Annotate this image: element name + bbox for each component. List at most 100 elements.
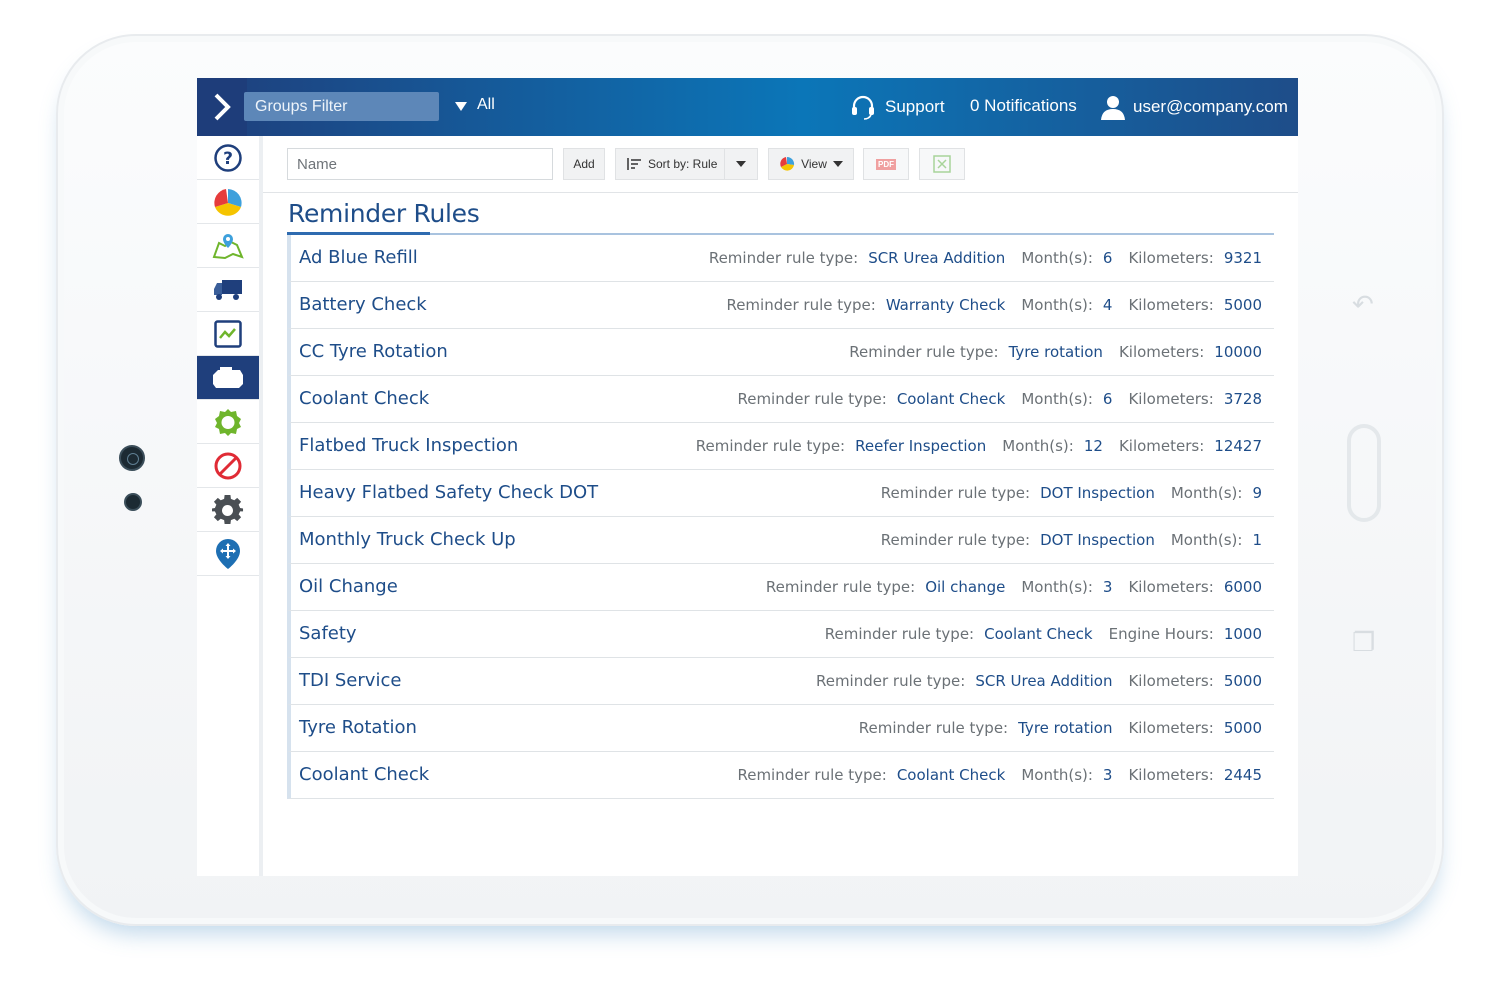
sidebar-item-navigation[interactable] — [197, 532, 259, 576]
pie-chart-icon — [780, 156, 795, 171]
rule-type-label: Reminder rule type: — [815, 672, 966, 690]
rule-row[interactable]: Safety Reminder rule type: Coolant Check En… — [287, 611, 1274, 658]
months-value: 3 — [1102, 766, 1113, 784]
rule-name[interactable]: Ad Blue Refill — [299, 247, 418, 268]
rule-details: Reminder rule type: Coolant Check Month(s)… — [737, 390, 1262, 408]
rule-type-value: Tyre rotation — [1008, 343, 1103, 361]
kilometers-value: 5000 — [1223, 672, 1262, 690]
rule-name[interactable]: Heavy Flatbed Safety Check DOT — [299, 482, 598, 503]
sidebar-item-dashboard[interactable] — [197, 180, 259, 224]
menu-toggle-button[interactable] — [197, 78, 247, 136]
rule-name[interactable]: Coolant Check — [299, 388, 429, 409]
months-label: Month(s): — [1021, 296, 1093, 314]
months-value: 12 — [1083, 437, 1103, 455]
prohibited-icon — [214, 452, 242, 479]
group-all-dropdown[interactable]: All — [477, 96, 495, 114]
rule-details: Reminder rule type: SCR Urea Addition Kilo… — [816, 672, 1262, 690]
sidebar-item-vehicles[interactable] — [197, 268, 259, 312]
export-excel-button[interactable] — [919, 148, 965, 180]
caret-down-icon[interactable] — [455, 102, 467, 111]
rule-details: Reminder rule type: Coolant Check Month(s)… — [737, 766, 1262, 784]
rule-details: Reminder rule type: DOT Inspection Month(s… — [881, 484, 1262, 502]
rule-row[interactable]: Coolant Check Reminder rule type: Coolant … — [287, 752, 1274, 799]
back-icon: ↶ — [1352, 290, 1374, 320]
months-value: 1 — [1252, 531, 1262, 549]
rule-name[interactable]: CC Tyre Rotation — [299, 341, 448, 362]
kilometers-value: 12427 — [1214, 437, 1262, 455]
kilometers-label: Kilometers: — [1128, 296, 1214, 314]
sidebar-item-engine[interactable] — [197, 356, 259, 400]
sidebar-nav: ? — [197, 136, 263, 876]
export-pdf-button[interactable]: PDF — [863, 148, 909, 180]
groups-filter-input[interactable]: Groups Filter — [244, 92, 439, 121]
rule-name[interactable]: Tyre Rotation — [299, 717, 417, 738]
rule-type-label: Reminder rule type: — [880, 484, 1031, 502]
kilometers-label: Kilometers: — [1128, 766, 1214, 784]
caret-down-icon — [832, 161, 843, 167]
svg-text:?: ? — [223, 149, 233, 169]
rule-name[interactable]: TDI Service — [299, 670, 401, 691]
view-button[interactable]: View — [768, 148, 854, 180]
pie-chart-icon — [214, 188, 242, 216]
rule-name[interactable]: Coolant Check — [299, 764, 429, 785]
rule-row[interactable]: Oil Change Reminder rule type: Oil change M… — [287, 564, 1274, 611]
rule-name[interactable]: Battery Check — [299, 294, 427, 315]
kilometers-value: 5000 — [1223, 719, 1262, 737]
rule-row[interactable]: Tyre Rotation Reminder rule type: Tyre rot… — [287, 705, 1274, 752]
sidebar-item-exceptions[interactable] — [197, 444, 259, 488]
rule-type-label: Reminder rule type: — [858, 719, 1009, 737]
help-icon: ? — [214, 143, 242, 172]
chevron-right-icon — [214, 93, 231, 121]
top-bar: Groups Filter All Support 0 Notification… — [197, 78, 1298, 136]
rule-row[interactable]: Flatbed Truck Inspection Reminder rule ty… — [287, 423, 1274, 470]
app-screen: Groups Filter All Support 0 Notification… — [197, 78, 1298, 876]
months-value: 6 — [1102, 390, 1113, 408]
sort-dropdown-button[interactable] — [724, 148, 758, 180]
home-button[interactable] — [1347, 424, 1381, 522]
rule-type-label: Reminder rule type: — [737, 766, 887, 784]
rule-type-value: DOT Inspection — [1040, 484, 1155, 502]
sort-label: Sort by: Rule — [648, 157, 718, 171]
rule-details: Reminder rule type: Oil change Month(s): 3 K… — [766, 578, 1262, 596]
kilometers-label: Kilometers: — [1118, 343, 1205, 361]
sidebar-item-activity[interactable] — [197, 312, 259, 356]
rule-row[interactable]: Coolant Check Reminder rule type: Coolant … — [287, 376, 1274, 423]
name-search-input[interactable] — [287, 148, 553, 180]
gear-outline-icon — [215, 408, 241, 436]
rule-row[interactable]: Monthly Truck Check Up Reminder rule type… — [287, 517, 1274, 564]
sort-button[interactable]: Sort by: Rule — [615, 148, 725, 180]
sidebar-item-administration[interactable] — [197, 488, 259, 532]
rule-name[interactable]: Safety — [299, 623, 357, 644]
rule-type-value: Warranty Check — [885, 296, 1006, 314]
toolbar: Add Sort by: Rule View — [263, 136, 1298, 193]
map-icon — [212, 233, 244, 259]
rule-row[interactable]: TDI Service Reminder rule type: SCR Urea A… — [287, 658, 1274, 705]
sidebar-item-rules[interactable] — [197, 400, 259, 444]
months-label: Month(s): — [1021, 578, 1093, 596]
caret-down-icon — [736, 161, 746, 167]
notifications-link[interactable]: 0 Notifications — [970, 96, 1077, 116]
rule-row[interactable]: Heavy Flatbed Safety Check DOT Reminder r… — [287, 470, 1274, 517]
support-link[interactable]: Support — [849, 92, 945, 122]
rule-row[interactable]: Battery Check Reminder rule type: Warranty… — [287, 282, 1274, 329]
rule-row[interactable]: Ad Blue Refill Reminder rule type: SCR Ure… — [287, 235, 1274, 282]
rule-name[interactable]: Oil Change — [299, 576, 398, 597]
rule-details: Reminder rule type: Tyre rotation Kilomete… — [849, 343, 1262, 361]
rule-name[interactable]: Flatbed Truck Inspection — [299, 435, 518, 456]
sidebar-item-help[interactable]: ? — [197, 136, 259, 180]
add-button[interactable]: Add — [563, 148, 605, 180]
headset-icon — [852, 95, 874, 120]
sidebar-item-map[interactable] — [197, 224, 259, 268]
user-menu[interactable]: user@company.com — [1099, 92, 1288, 122]
sort-icon — [627, 158, 641, 170]
rule-type-value: Coolant Check — [896, 390, 1006, 408]
rule-details: Reminder rule type: Warranty Check Month(s… — [726, 296, 1262, 314]
truck-icon — [214, 279, 242, 300]
rule-row[interactable]: CC Tyre Rotation Reminder rule type: Tyre … — [287, 329, 1274, 376]
rule-name[interactable]: Monthly Truck Check Up — [299, 529, 516, 550]
rule-type-label: Reminder rule type: — [737, 390, 887, 408]
recent-apps-icon: ❐ — [1352, 628, 1376, 658]
camera-sensor-icon — [124, 493, 142, 511]
kilometers-label: Kilometers: — [1128, 390, 1214, 408]
pdf-icon: PDF — [876, 158, 896, 170]
